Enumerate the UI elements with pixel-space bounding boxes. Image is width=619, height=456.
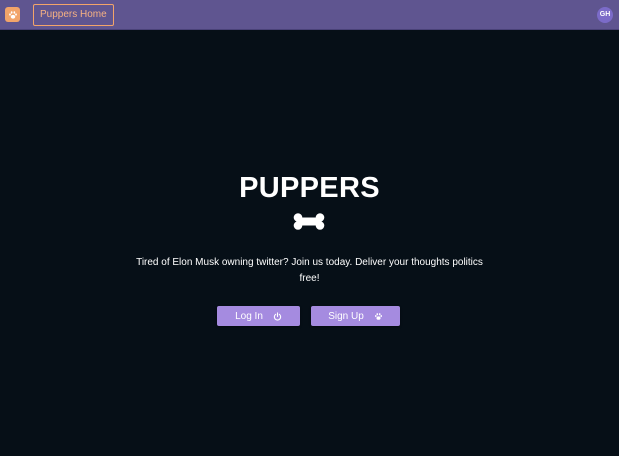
logo-button[interactable] xyxy=(5,7,20,22)
login-button[interactable]: Log In xyxy=(217,306,300,326)
top-navbar: Puppers Home GH xyxy=(0,0,619,30)
bone-icon xyxy=(293,213,325,230)
paw-icon xyxy=(8,10,17,19)
page-title: PUPPERS xyxy=(239,172,380,204)
user-avatar[interactable]: GH xyxy=(597,7,613,23)
power-icon xyxy=(273,311,282,321)
login-label: Log In xyxy=(235,310,263,322)
signup-button[interactable]: Sign Up xyxy=(311,306,400,326)
paw-icon xyxy=(374,312,382,320)
puppers-home-link[interactable]: Puppers Home xyxy=(33,4,114,26)
signup-label: Sign Up xyxy=(328,310,364,322)
tagline-text: Tired of Elon Musk owning twitter? Join … xyxy=(136,257,483,284)
